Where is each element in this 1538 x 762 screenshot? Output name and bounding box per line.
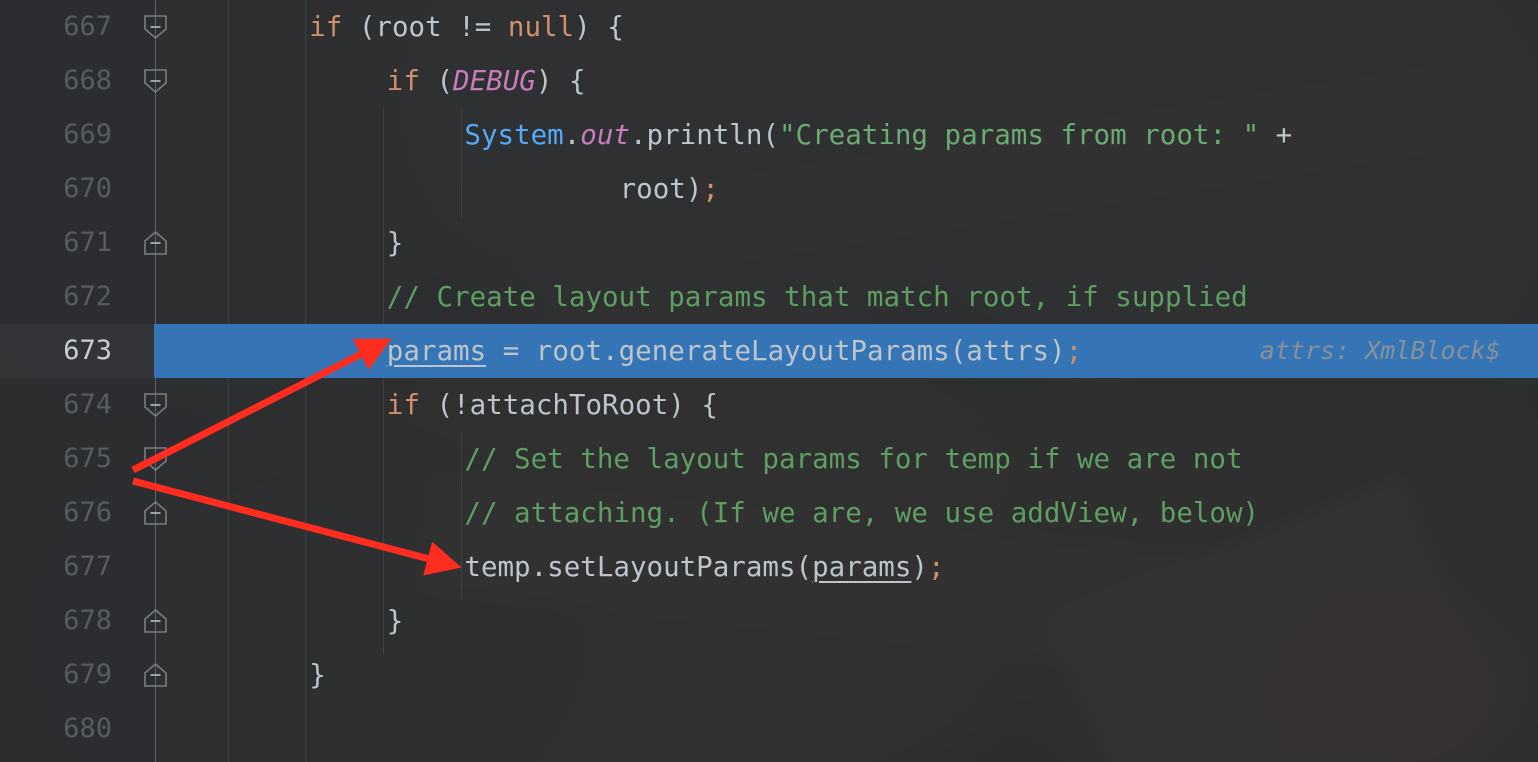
code-line-text: root); xyxy=(620,162,719,216)
token-ident: ( xyxy=(419,65,454,97)
code-editor: 667 668 669 670 671 672 673 674 675 676 677 678 679 6… xyxy=(0,0,1538,762)
token-semi: ; xyxy=(702,173,719,205)
token-ident: } xyxy=(386,605,404,637)
token-kw: if xyxy=(386,389,420,421)
code-line[interactable]: if (root != null) { xyxy=(0,0,1538,54)
code-line-text: // attaching. (If we are, we use addView… xyxy=(464,486,1259,540)
token-ident: != xyxy=(458,11,508,43)
code-line[interactable]: params = root.generateLayoutParams(attrs… xyxy=(0,324,1538,378)
token-ident: (root xyxy=(358,11,459,43)
code-line-text: if (root != null) { xyxy=(309,0,624,54)
code-line[interactable]: temp.setLayoutParams(params); xyxy=(0,540,1538,594)
code-line[interactable] xyxy=(0,702,1538,756)
token-ident: = root.generateLayoutParams(attrs) xyxy=(486,335,1066,367)
token-ident: params xyxy=(812,551,912,583)
code-line-text: params = root.generateLayoutParams(attrs… xyxy=(387,324,1082,378)
token-ident: .println( xyxy=(629,119,779,151)
code-line-text: temp.setLayoutParams(params); xyxy=(464,540,944,594)
code-line[interactable]: } xyxy=(0,216,1538,270)
token-ident: temp.setLayoutParams( xyxy=(464,551,813,583)
token-cmt: // attaching. (If we are, we use addView… xyxy=(464,497,1260,529)
token-kw: if xyxy=(309,11,343,43)
token-kw: if xyxy=(386,65,420,97)
token-kw: null xyxy=(507,11,575,43)
code-line[interactable]: if (DEBUG) { xyxy=(0,54,1538,108)
token-ident: ) xyxy=(911,551,928,583)
code-line[interactable]: if (!attachToRoot) { xyxy=(0,378,1538,432)
token-ident: root) xyxy=(619,173,703,205)
token-semi: ; xyxy=(1065,335,1083,367)
token-cls: System xyxy=(464,119,564,151)
code-line[interactable]: // Create layout params that match root,… xyxy=(0,270,1538,324)
token-ident: (!attachToRoot) { xyxy=(419,389,718,421)
code-line[interactable]: // attaching. (If we are, we use addView… xyxy=(0,486,1538,540)
code-line[interactable]: // Set the layout params for temp if we … xyxy=(0,432,1538,486)
token-field: out xyxy=(580,119,630,151)
code-line-text: } xyxy=(309,648,326,702)
token-ident: ) { xyxy=(535,65,586,97)
token-ident: params xyxy=(386,335,487,367)
code-line-text: } xyxy=(387,594,404,648)
code-line-text: // Set the layout params for temp if we … xyxy=(464,432,1242,486)
code-line-text: System.out.println("Creating params from… xyxy=(464,108,1292,162)
code-line[interactable]: } xyxy=(0,594,1538,648)
token-str: "Creating params from root: " xyxy=(778,119,1260,151)
code-line[interactable]: System.out.println("Creating params from… xyxy=(0,108,1538,162)
token-ident: . xyxy=(563,119,581,151)
token-ident: } xyxy=(309,659,326,691)
token-ident: ) { xyxy=(574,11,624,43)
code-line-text: if (DEBUG) { xyxy=(387,54,586,108)
code-text-area[interactable]: if (root != null) {if (DEBUG) {System.ou… xyxy=(0,0,1538,762)
code-line[interactable]: } xyxy=(0,648,1538,702)
token-semi: ; xyxy=(927,551,945,583)
token-cmt: // Set the layout params for temp if we … xyxy=(464,443,1243,475)
code-line-text: if (!attachToRoot) { xyxy=(387,378,718,432)
code-line-text: } xyxy=(387,216,404,270)
token-field: DEBUG xyxy=(453,65,536,97)
token-ident: } xyxy=(386,227,404,259)
code-line[interactable]: root); xyxy=(0,162,1538,216)
token-ident: + xyxy=(1259,119,1293,151)
inlay-parameter-hint: attrs: XmlBlock$ xyxy=(1259,336,1501,365)
token-ident xyxy=(342,11,359,43)
token-cmt: // Create layout params that match root,… xyxy=(386,281,1248,313)
code-line-text: // Create layout params that match root,… xyxy=(387,270,1248,324)
